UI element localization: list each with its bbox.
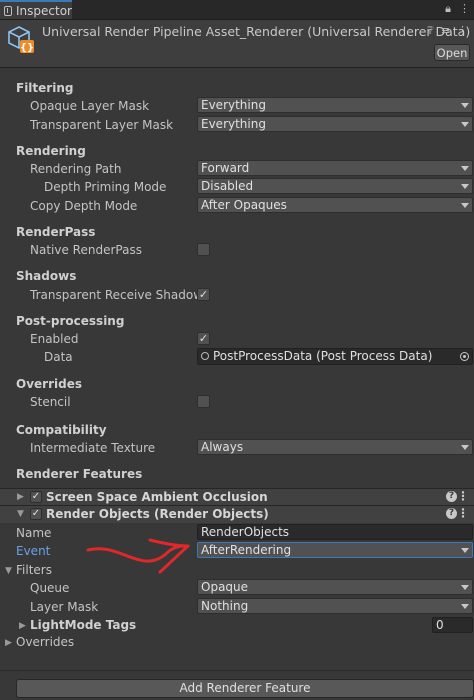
dropdown-value: Disabled <box>201 179 254 193</box>
chevron-down-icon <box>461 445 469 450</box>
ro-queue-dropdown[interactable]: Opaque <box>197 579 473 595</box>
feature-ssao-header[interactable]: ▶ ✓ Screen Space Ambient Occlusion ? ⋮ <box>0 488 474 506</box>
ro-layer-mask-label: Layer Mask <box>30 600 99 614</box>
dropdown-value: Always <box>201 440 244 454</box>
caret-down-icon[interactable]: ▼ <box>17 509 24 519</box>
ro-filters-foldout[interactable]: Filters <box>16 563 52 577</box>
tab-bar: Inspector 🔒︎ ⋮ <box>0 0 474 20</box>
transparent-layer-mask-dropdown[interactable]: Everything <box>197 116 473 132</box>
scriptable-object-icon <box>201 352 209 360</box>
ro-overrides-foldout[interactable]: Overrides <box>16 635 74 649</box>
transparent-layer-mask-label: Transparent Layer Mask <box>30 118 174 132</box>
post-enabled-checkbox[interactable]: ✓ <box>197 332 210 345</box>
feature-render-objects-title: Render Objects (Render Objects) <box>46 507 269 521</box>
copy-depth-mode-label: Copy Depth Mode <box>30 199 138 213</box>
overrides-header: Overrides <box>16 377 82 391</box>
object-field-value: PostProcessData (Post Process Data) <box>213 349 433 363</box>
chevron-down-icon <box>461 604 469 609</box>
post-enabled-label: Enabled <box>30 332 79 346</box>
stencil-label: Stencil <box>30 395 71 409</box>
lock-icon[interactable]: 🔒︎ <box>445 2 451 16</box>
dropdown-value: Nothing <box>201 599 249 613</box>
bottom-bar: Add Renderer Feature <box>0 670 474 700</box>
chevron-down-icon <box>461 166 469 171</box>
compatibility-header: Compatibility <box>16 423 107 437</box>
intermediate-texture-dropdown[interactable]: Always <box>197 439 473 455</box>
dropdown-value: Everything <box>201 98 266 112</box>
ro-event-label: Event <box>16 544 51 558</box>
opaque-layer-mask-label: Opaque Layer Mask <box>30 99 150 113</box>
renderer-asset-icon: {} <box>8 26 34 54</box>
renderpass-header: RenderPass <box>16 225 96 239</box>
asset-title: Universal Render Pipeline Asset_Renderer… <box>42 24 471 39</box>
chevron-down-icon <box>461 203 469 208</box>
object-picker-icon[interactable] <box>460 352 469 361</box>
post-data-label: Data <box>44 350 73 364</box>
renderer-features-header: Renderer Features <box>16 467 143 481</box>
native-renderpass-label: Native RenderPass <box>30 243 142 257</box>
chevron-down-icon <box>461 585 469 590</box>
kebab-icon[interactable]: ⋮ <box>459 2 470 16</box>
feature-render-objects-header[interactable]: ▼ ✓ Render Objects (Render Objects) ? ⋮ <box>0 505 474 523</box>
transparent-receive-shadows-checkbox[interactable]: ✓ <box>197 288 210 301</box>
add-renderer-feature-button[interactable]: Add Renderer Feature <box>16 679 474 698</box>
tab-tools: 🔒︎ ⋮ <box>445 2 470 16</box>
ro-event-dropdown[interactable]: AfterRendering <box>197 542 473 558</box>
dropdown-value: Everything <box>201 117 266 131</box>
depth-priming-mode-dropdown[interactable]: Disabled <box>197 178 473 194</box>
open-button[interactable]: Open <box>434 44 470 61</box>
dropdown-value: After Opaques <box>201 198 287 212</box>
ro-queue-label: Queue <box>30 581 70 595</box>
kebab-icon[interactable]: ⋮ <box>457 24 468 38</box>
chevron-down-icon <box>461 548 469 553</box>
header-icons: ❔︎ ≡ ⋮ <box>427 24 468 38</box>
dropdown-value: Forward <box>201 161 250 175</box>
native-renderpass-checkbox[interactable] <box>197 243 210 256</box>
ro-name-input[interactable]: RenderObjects <box>197 524 473 540</box>
chevron-down-icon <box>461 184 469 189</box>
transparent-receive-shadows-label: Transparent Receive Shadows <box>30 288 210 302</box>
caret-right-icon[interactable]: ▶ <box>19 621 26 631</box>
dropdown-value: AfterRendering <box>201 543 292 557</box>
tab-label: Inspector <box>16 3 72 18</box>
rendering-header: Rendering <box>16 144 86 158</box>
rendering-path-dropdown[interactable]: Forward <box>197 160 473 176</box>
ro-layer-mask-dropdown[interactable]: Nothing <box>197 598 473 614</box>
help-icon[interactable]: ❔︎ <box>427 24 434 38</box>
help-icon[interactable]: ? <box>446 491 457 502</box>
inspector-icon <box>4 5 13 16</box>
inspector-header: {} Universal Render Pipeline Asset_Rende… <box>0 20 474 68</box>
copy-depth-mode-dropdown[interactable]: After Opaques <box>197 197 473 213</box>
feature-ssao-title: Screen Space Ambient Occlusion <box>46 490 268 504</box>
post-processing-header: Post-processing <box>16 314 125 328</box>
rendering-path-label: Rendering Path <box>30 162 122 176</box>
kebab-icon[interactable]: ⋮ <box>457 489 469 503</box>
caret-right-icon[interactable]: ▶ <box>17 492 24 502</box>
opaque-layer-mask-dropdown[interactable]: Everything <box>197 97 473 113</box>
help-icon[interactable]: ? <box>446 508 457 519</box>
chevron-down-icon <box>461 103 469 108</box>
depth-priming-mode-label: Depth Priming Mode <box>44 180 167 194</box>
ro-lightmode-tags-count[interactable]: 0 <box>432 617 473 633</box>
feature-ssao-checkbox[interactable]: ✓ <box>30 491 42 503</box>
post-process-data-field[interactable]: PostProcessData (Post Process Data) <box>197 348 473 365</box>
dropdown-value: Opaque <box>201 580 249 594</box>
shadows-header: Shadows <box>16 269 77 283</box>
stencil-checkbox[interactable] <box>197 395 210 408</box>
filtering-header: Filtering <box>16 81 74 95</box>
caret-right-icon[interactable]: ▶ <box>5 638 12 648</box>
kebab-icon[interactable]: ⋮ <box>457 506 469 520</box>
feature-render-objects-checkbox[interactable]: ✓ <box>30 508 42 520</box>
chevron-down-icon <box>461 122 469 127</box>
tab-inspector[interactable]: Inspector <box>0 0 72 19</box>
ro-name-label: Name <box>16 526 52 540</box>
sliders-icon[interactable]: ≡ <box>441 24 450 38</box>
intermediate-texture-label: Intermediate Texture <box>30 441 156 455</box>
caret-down-icon[interactable]: ▼ <box>5 566 12 576</box>
ro-lightmode-tags-foldout[interactable]: LightMode Tags <box>30 618 136 632</box>
svg-text:{}: {} <box>20 43 34 54</box>
